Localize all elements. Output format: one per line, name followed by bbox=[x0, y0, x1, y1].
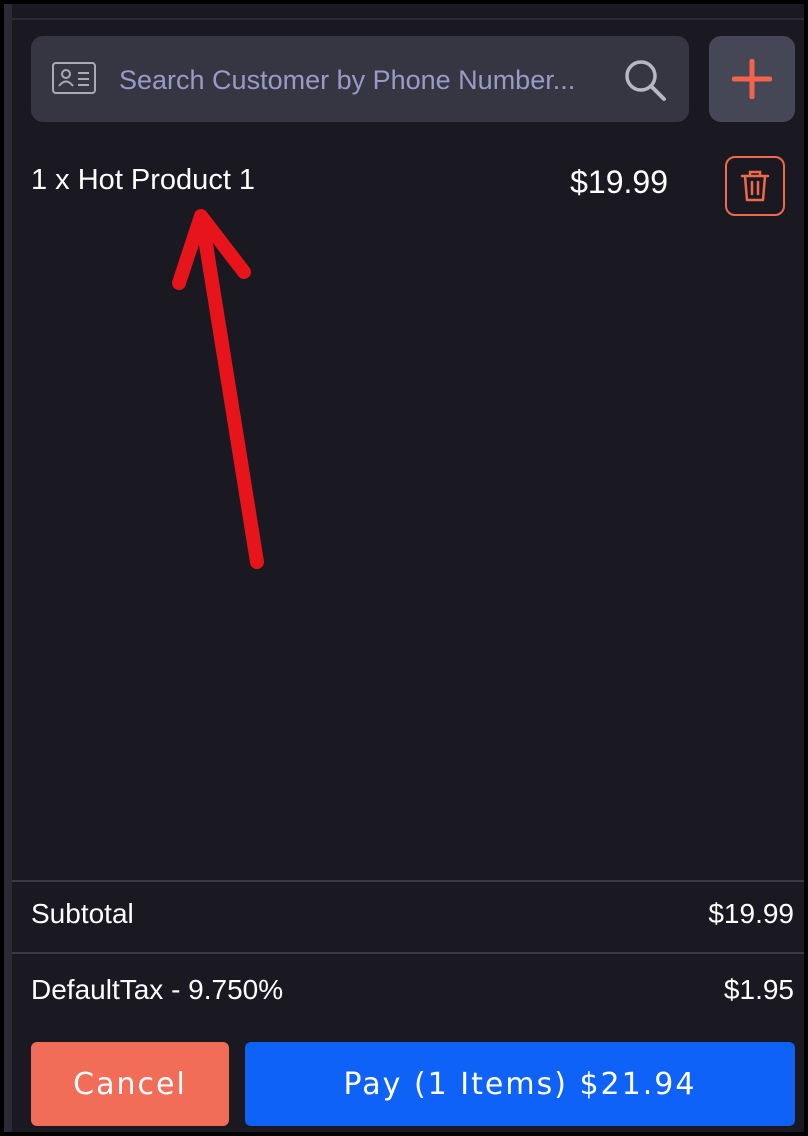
tax-label: DefaultTax - 9.750% bbox=[31, 974, 284, 1005]
subtotal-label: Subtotal bbox=[31, 898, 134, 929]
top-divider bbox=[12, 18, 804, 20]
delete-item-button[interactable] bbox=[725, 156, 785, 216]
add-customer-button[interactable] bbox=[709, 36, 795, 122]
tax-divider bbox=[12, 952, 804, 954]
tax-value: $1.95 bbox=[723, 974, 794, 1005]
trash-icon bbox=[740, 170, 770, 202]
pay-button[interactable]: Pay (1 Items) $21.94 bbox=[245, 1042, 795, 1126]
customer-search-box[interactable] bbox=[31, 36, 689, 122]
order-panel: 1 x Hot Product 1 $19.99 Subtotal $19.99… bbox=[4, 4, 804, 1132]
plus-icon bbox=[732, 59, 772, 99]
subtotal-value: $19.99 bbox=[708, 898, 794, 929]
search-icon[interactable] bbox=[623, 58, 667, 102]
cart-item-label[interactable]: 1 x Hot Product 1 bbox=[31, 164, 255, 197]
totals-divider bbox=[12, 880, 804, 882]
screenshot-frame: 1 x Hot Product 1 $19.99 Subtotal $19.99… bbox=[0, 0, 808, 1136]
customer-search-input[interactable] bbox=[117, 56, 621, 104]
contact-card-icon bbox=[52, 62, 96, 94]
cart-item-price: $19.99 bbox=[570, 164, 668, 200]
cancel-button[interactable]: Cancel bbox=[31, 1042, 229, 1126]
